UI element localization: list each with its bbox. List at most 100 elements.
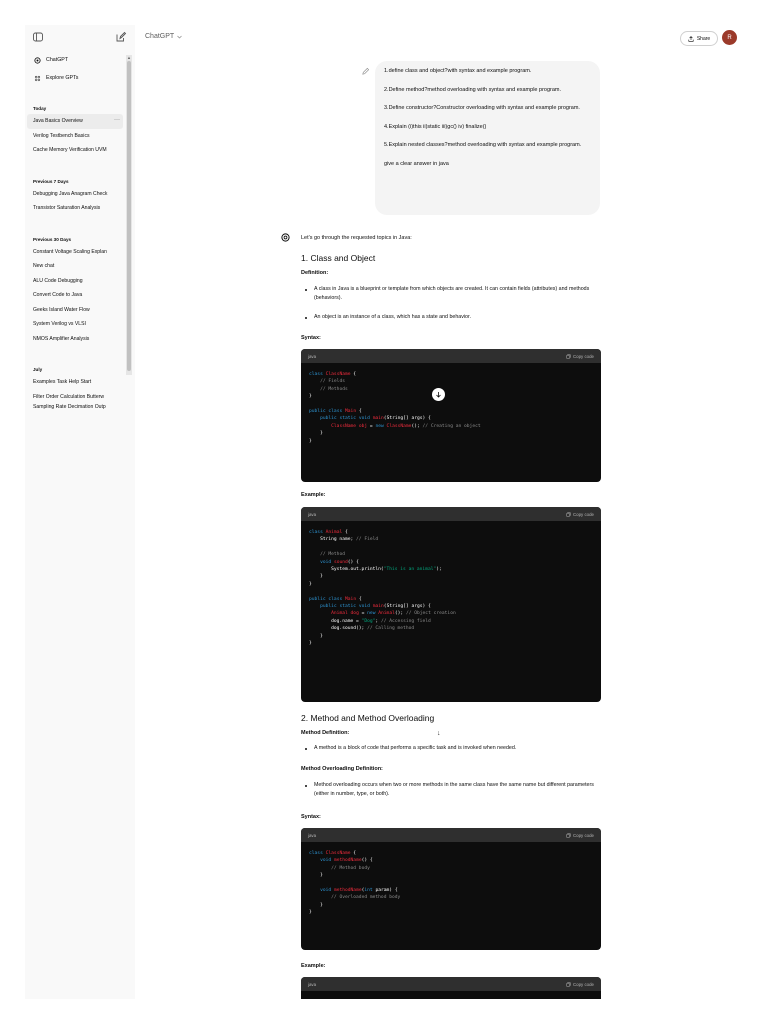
section-heading: 2. Method and Method Overloading	[301, 713, 435, 723]
syntax-label: Syntax:	[301, 814, 321, 820]
sidebar-chat-item[interactable]: Debugging Java Anagram Check	[25, 186, 123, 201]
sidebar-section-title: Previous 30 Days	[33, 236, 72, 242]
sidebar: ChatGPT Explore GPTs Today Java Basics O…	[25, 25, 135, 999]
sidebar-chat-label: Java Basics Overview	[33, 118, 83, 125]
user-message-bubble: 1.define class and object?with syntax an…	[375, 61, 600, 215]
sidebar-chat-item[interactable]: System Verilog vs VLSI	[25, 317, 123, 332]
sidebar-item-label: ChatGPT	[46, 57, 69, 63]
sidebar-scrollbar[interactable]: ▲	[126, 55, 132, 375]
arrow-down-icon: ↓	[437, 730, 441, 737]
code-block-header: java Copy code	[301, 828, 601, 842]
sidebar-chat-item[interactable]: Convert Code to Java	[25, 288, 123, 303]
user-message-line: 5.Explain nested classes?method overload…	[384, 142, 582, 148]
share-icon	[688, 35, 694, 42]
sidebar-section-title: July	[33, 367, 43, 372]
copy-code-label: Copy code	[573, 511, 594, 517]
model-name: ChatGPT	[145, 33, 175, 40]
sidebar-chat-item[interactable]: ALU Code Debugging	[25, 273, 123, 288]
avatar[interactable]: R	[722, 30, 737, 45]
scroll-up-icon[interactable]: ▲	[127, 55, 131, 60]
code-block: java Copy code class ClassName { // Fiel…	[301, 349, 601, 482]
definition-label: Method Definition:	[301, 730, 350, 736]
list-item-text: An object is an instance of a class, whi…	[314, 314, 471, 320]
sidebar-chat-item[interactable]: Constant Voltage Scaling Explan	[25, 244, 123, 259]
sidebar-chat-label: Transistor Saturation Analysis	[33, 205, 101, 212]
sidebar-chat-label: New chat	[33, 263, 55, 270]
definition-label: Method Overloading Definition:	[301, 766, 383, 772]
share-button[interactable]: Share	[680, 31, 718, 46]
sidebar-chat-item[interactable]: Transistor Saturation Analysis	[25, 201, 123, 216]
sidebar-chat-label: ALU Code Debugging	[33, 277, 83, 284]
chevron-down-icon	[177, 35, 182, 38]
sidebar-chat-item[interactable]: NMOS Amplifier Analysis	[25, 331, 123, 346]
code-block-header: java Copy code	[301, 507, 601, 521]
avatar-letter: R	[727, 34, 732, 41]
definition-label: Definition:	[301, 270, 329, 276]
code-language: java	[308, 832, 317, 838]
example-label: Example:	[301, 492, 326, 498]
code-content: class Animal { String name; // Field // …	[309, 530, 456, 647]
user-message-line: give a clear answer in java	[384, 160, 449, 167]
model-selector[interactable]: ChatGPT	[145, 33, 182, 40]
user-message-line: 2.Define method?method overloading with …	[384, 86, 562, 93]
section-heading: 1. Class and Object	[301, 253, 376, 263]
copy-code-label: Copy code	[573, 832, 594, 838]
sidebar-chat-label: Debugging Java Anagram Check	[33, 190, 108, 197]
sidebar-item-chatgpt[interactable]: ChatGPT	[25, 53, 135, 67]
code-block: java Copy code class Animal { String nam…	[301, 507, 601, 702]
arrow-down-icon	[436, 392, 441, 398]
code-block-header: java Copy code	[301, 349, 601, 363]
sidebar-chat-item[interactable]: Geeks Island Water Flow	[25, 302, 123, 317]
sidebar-chat-label: NMOS Amplifier Analysis	[33, 335, 90, 342]
sidebar-chat-label: Sampling Rate Decimation Outp	[33, 404, 106, 410]
copy-code-button[interactable]: Copy code	[566, 354, 594, 359]
code-block-header: java Copy code	[301, 977, 601, 991]
sidebar-top	[25, 25, 135, 51]
sidebar-item-label: Explore GPTs	[46, 75, 79, 81]
new-chat-icon[interactable]	[115, 31, 127, 43]
assistant-logo-icon	[281, 233, 290, 242]
sidebar-chat-item[interactable]: Java Basics Overview ···	[27, 114, 123, 129]
edit-message-icon[interactable]	[361, 67, 370, 76]
sidebar-chat-label: Filter Order Calculation Butterw	[33, 393, 105, 400]
copy-code-button[interactable]: Copy code	[566, 982, 594, 987]
sidebar-section-title: Previous 7 Days	[33, 178, 69, 184]
code-language: java	[308, 511, 317, 517]
code-content: class ClassName { void methodName() { //…	[309, 851, 401, 916]
list-item-text: Method overloading occurs when two or mo…	[314, 782, 594, 797]
scrollbar-thumb[interactable]	[127, 61, 131, 371]
openai-logo-icon	[34, 56, 41, 64]
sidebar-item-explore-gpts[interactable]: Explore GPTs	[25, 71, 135, 85]
scroll-to-bottom-button[interactable]	[432, 388, 445, 401]
example-label: Example:	[301, 963, 326, 969]
copy-icon	[566, 511, 571, 517]
sidebar-chat-item[interactable]: Examples Task Help Start	[25, 375, 123, 390]
list-item: An object is an instance of a class, whi…	[301, 313, 601, 322]
code-block: java Copy code class ClassName { void me…	[301, 828, 601, 950]
copy-icon	[566, 832, 571, 838]
list-item: A class in Java is a blueprint or templa…	[301, 285, 601, 303]
copy-code-button[interactable]: Copy code	[566, 512, 594, 517]
sidebar-chat-item[interactable]: New chat	[25, 259, 123, 274]
list-item-text: A class in Java is a blueprint or templa…	[314, 286, 590, 301]
more-options-icon[interactable]: ···	[114, 117, 120, 123]
sidebar-chat-label: Examples Task Help Start	[33, 379, 92, 386]
sidebar-chat-label: System Verilog vs VLSI	[33, 321, 86, 328]
code-language: java	[308, 981, 317, 987]
copy-icon	[566, 353, 571, 359]
list-item: Method overloading occurs when two or mo…	[301, 781, 601, 799]
copy-code-button[interactable]: Copy code	[566, 833, 594, 838]
sidebar-chat-item[interactable]: Filter Order Calculation Butterw	[25, 389, 123, 404]
user-message-line: 4.Explain (i)this ii)static iii)gc() iv)…	[384, 123, 487, 130]
sidebar-chat-item[interactable]: Verilog Testbench Basics	[25, 128, 123, 143]
user-message-line: 1.define class and object?with syntax an…	[384, 68, 532, 74]
sidebar-chat-item[interactable]: Sampling Rate Decimation Outp	[25, 404, 123, 412]
user-message-line: 3.Define constructor?Constructor overloa…	[384, 105, 580, 111]
syntax-label: Syntax:	[301, 335, 321, 341]
sidebar-toggle-icon[interactable]	[32, 31, 44, 43]
list-item: A method is a block of code that perform…	[301, 744, 601, 753]
share-label: Share	[696, 35, 711, 42]
sidebar-chat-item[interactable]: Cache Memory Verification UVM	[25, 143, 123, 158]
code-language: java	[308, 353, 317, 359]
sidebar-chat-label: Constant Voltage Scaling Explan	[33, 248, 107, 255]
